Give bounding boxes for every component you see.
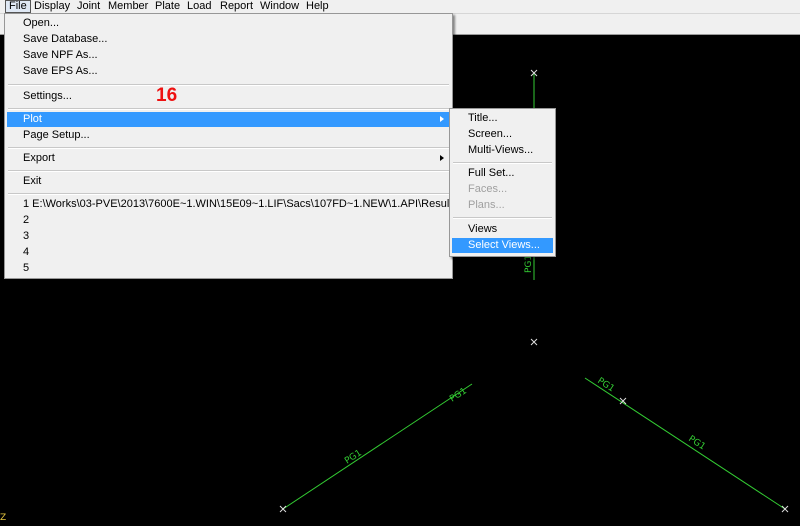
submenu-item-screen[interactable]: Screen...	[452, 127, 553, 142]
menu-window[interactable]: Window	[260, 0, 299, 13]
member-label: PG1	[524, 255, 534, 273]
menu-help[interactable]: Help	[306, 0, 329, 13]
menu-report[interactable]: Report	[220, 0, 253, 13]
submenu-item-multi-views[interactable]: Multi-Views...	[452, 143, 553, 158]
menu-member[interactable]: Member	[108, 0, 148, 13]
menu-item-page-setup[interactable]: Page Setup...	[7, 128, 450, 143]
menu-item-export[interactable]: Export	[7, 151, 450, 166]
menu-item-recent-4[interactable]: 4	[7, 245, 450, 260]
menu-separator	[8, 147, 449, 149]
menu-item-recent-5[interactable]: 5	[7, 261, 450, 276]
menu-item-save-database[interactable]: Save Database...	[7, 32, 450, 47]
submenu-item-plans: Plans...	[468, 199, 505, 211]
menu-item-plot-label: Plot	[23, 113, 42, 125]
file-menu: Open... Save Database... Save NPF As... …	[4, 13, 502, 279]
menu-item-export-label: Export	[23, 152, 55, 164]
menu-separator	[453, 162, 552, 164]
menu-item-recent-3[interactable]: 3	[7, 229, 450, 244]
menu-item-recent-1[interactable]: 1 E:\Works\03-PVE\2013\7600E~1.WIN\15E09…	[7, 197, 502, 212]
menu-item-open[interactable]: Open...	[7, 16, 450, 31]
menu-item-plot[interactable]: Plot	[7, 112, 450, 127]
menu-load[interactable]: Load	[187, 0, 211, 13]
axis-label: Z	[0, 513, 6, 523]
menu-separator	[453, 217, 552, 219]
menu-item-recent-2[interactable]: 2	[7, 213, 450, 228]
submenu-item-faces: Faces...	[468, 183, 508, 195]
menu-display[interactable]: Display	[34, 0, 70, 13]
submenu-item-full-set[interactable]: Full Set...	[452, 166, 553, 181]
submenu-item-select-views[interactable]: Select Views...	[452, 238, 553, 253]
menu-item-save-npf[interactable]: Save NPF As...	[7, 48, 450, 63]
menu-file[interactable]: File	[5, 0, 31, 13]
plot-submenu: Title... Screen... Multi-Views... Full S…	[449, 108, 556, 257]
menu-joint[interactable]: Joint	[77, 0, 100, 13]
submenu-item-title[interactable]: Title...	[452, 111, 553, 126]
submenu-arrow-icon	[440, 116, 444, 122]
annotation-number: 16	[156, 85, 178, 106]
menu-separator	[8, 193, 449, 195]
menu-bar: File Display Joint Member Plate Load Rep…	[0, 0, 800, 14]
menu-separator	[8, 170, 449, 172]
submenu-arrow-icon	[440, 155, 444, 161]
menu-plate[interactable]: Plate	[155, 0, 180, 13]
menu-item-save-eps[interactable]: Save EPS As...	[7, 64, 450, 79]
menu-item-exit[interactable]: Exit	[7, 174, 450, 189]
menu-separator	[8, 108, 449, 110]
menu-separator	[8, 84, 449, 86]
submenu-item-views[interactable]: Views	[452, 222, 553, 237]
menu-item-settings[interactable]: Settings...	[7, 89, 450, 104]
